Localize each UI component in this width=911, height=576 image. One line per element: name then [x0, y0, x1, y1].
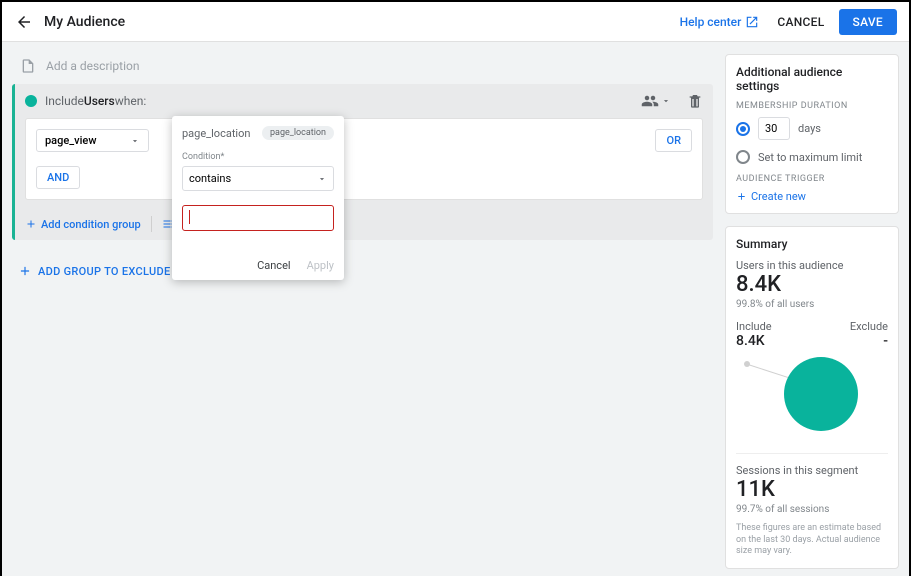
include-label: Include — [736, 320, 772, 333]
add-condition-group-button[interactable]: Add condition group — [25, 218, 141, 231]
right-rail: Additional audience settings MEMBERSHIP … — [725, 42, 909, 576]
condition-body: page_view OR AND — [25, 118, 703, 200]
trigger-label: AUDIENCE TRIGGER — [736, 174, 888, 184]
duration-unit: days — [798, 122, 821, 135]
chevron-down-icon — [661, 96, 671, 106]
sessions-value: 11K — [736, 477, 888, 502]
delete-condition-button[interactable] — [687, 93, 703, 109]
operator-select[interactable]: contains — [182, 166, 334, 191]
users-label: Users in this audience — [736, 259, 888, 272]
description-icon — [20, 58, 36, 74]
include-dot-icon — [25, 95, 37, 107]
exclude-value: - — [883, 333, 888, 349]
condition-field-label: Condition* — [182, 152, 334, 162]
popover-cancel-button[interactable]: Cancel — [257, 259, 290, 272]
description-placeholder: Add a description — [46, 59, 140, 73]
include-condition-card: Include Users when: page_view OR — [12, 84, 713, 240]
card-footer: Add condition group Ad — [15, 210, 713, 240]
page-title: My Audience — [44, 14, 680, 30]
description-row[interactable]: Add a description — [12, 54, 713, 84]
chevron-down-icon — [130, 136, 140, 146]
add-exclude-group-button[interactable]: ADD GROUP TO EXCLUDE — [12, 248, 713, 294]
radio-checked-icon — [736, 122, 750, 136]
divider — [736, 453, 888, 454]
plus-icon — [736, 191, 747, 202]
event-selector[interactable]: page_view — [36, 129, 149, 152]
scope-dropdown[interactable] — [641, 92, 671, 110]
parameter-tag: page_location — [262, 126, 334, 140]
plus-icon — [18, 264, 32, 278]
duration-input[interactable] — [758, 117, 790, 140]
separator — [151, 216, 152, 232]
include-scope-word: Users — [84, 94, 115, 108]
create-trigger-button[interactable]: Create new — [736, 190, 888, 203]
include-value: 8.4K — [736, 333, 765, 349]
main-area: Add a description Include Users when: — [2, 42, 909, 576]
settings-title: Additional audience settings — [736, 65, 888, 93]
include-text-suffix: when: — [115, 94, 147, 108]
settings-panel: Additional audience settings MEMBERSHIP … — [725, 54, 899, 214]
duration-max-option[interactable]: Set to maximum limit — [736, 150, 888, 164]
and-button[interactable]: AND — [36, 166, 80, 189]
help-center-link[interactable]: Help center — [680, 15, 760, 29]
popover-apply-button: Apply — [307, 259, 334, 272]
help-center-label: Help center — [680, 15, 742, 29]
header: My Audience Help center CANCEL SAVE — [2, 2, 909, 42]
summary-panel: Summary Users in this audience 8.4K 99.8… — [725, 226, 899, 569]
users-value: 8.4K — [736, 272, 888, 297]
trash-icon — [687, 93, 703, 109]
venn-chart — [736, 353, 888, 443]
or-button[interactable]: OR — [655, 129, 692, 152]
sessions-percent: 99.7% of all sessions — [736, 504, 888, 515]
parameter-popover: page_location page_location Condition* c… — [172, 116, 344, 280]
user-group-icon — [641, 92, 659, 110]
estimate-note: These figures are an estimate based on t… — [736, 523, 888, 558]
event-name: page_view — [45, 134, 96, 147]
duration-days-option[interactable]: days — [736, 117, 888, 140]
cancel-button[interactable]: CANCEL — [777, 15, 824, 29]
radio-unchecked-icon — [736, 150, 750, 164]
max-limit-label: Set to maximum limit — [758, 151, 862, 164]
sessions-label: Sessions in this segment — [736, 464, 888, 477]
text-cursor — [189, 210, 190, 224]
open-in-new-icon — [745, 15, 759, 29]
operator-value: contains — [189, 172, 231, 185]
exclude-label: Exclude — [850, 320, 888, 333]
duration-label: MEMBERSHIP DURATION — [736, 101, 888, 111]
value-input[interactable] — [182, 205, 334, 231]
builder-column: Add a description Include Users when: — [2, 42, 725, 576]
back-arrow-icon[interactable] — [14, 13, 34, 31]
users-percent: 99.8% of all users — [736, 299, 888, 310]
chevron-down-icon — [317, 174, 327, 184]
condition-header: Include Users when: — [15, 84, 713, 118]
include-text-prefix: Include — [45, 94, 84, 108]
summary-title: Summary — [736, 237, 888, 251]
plus-icon — [25, 218, 37, 230]
save-button[interactable]: SAVE — [839, 9, 897, 35]
include-circle-icon — [784, 357, 858, 431]
popover-title: page_location — [182, 127, 250, 140]
